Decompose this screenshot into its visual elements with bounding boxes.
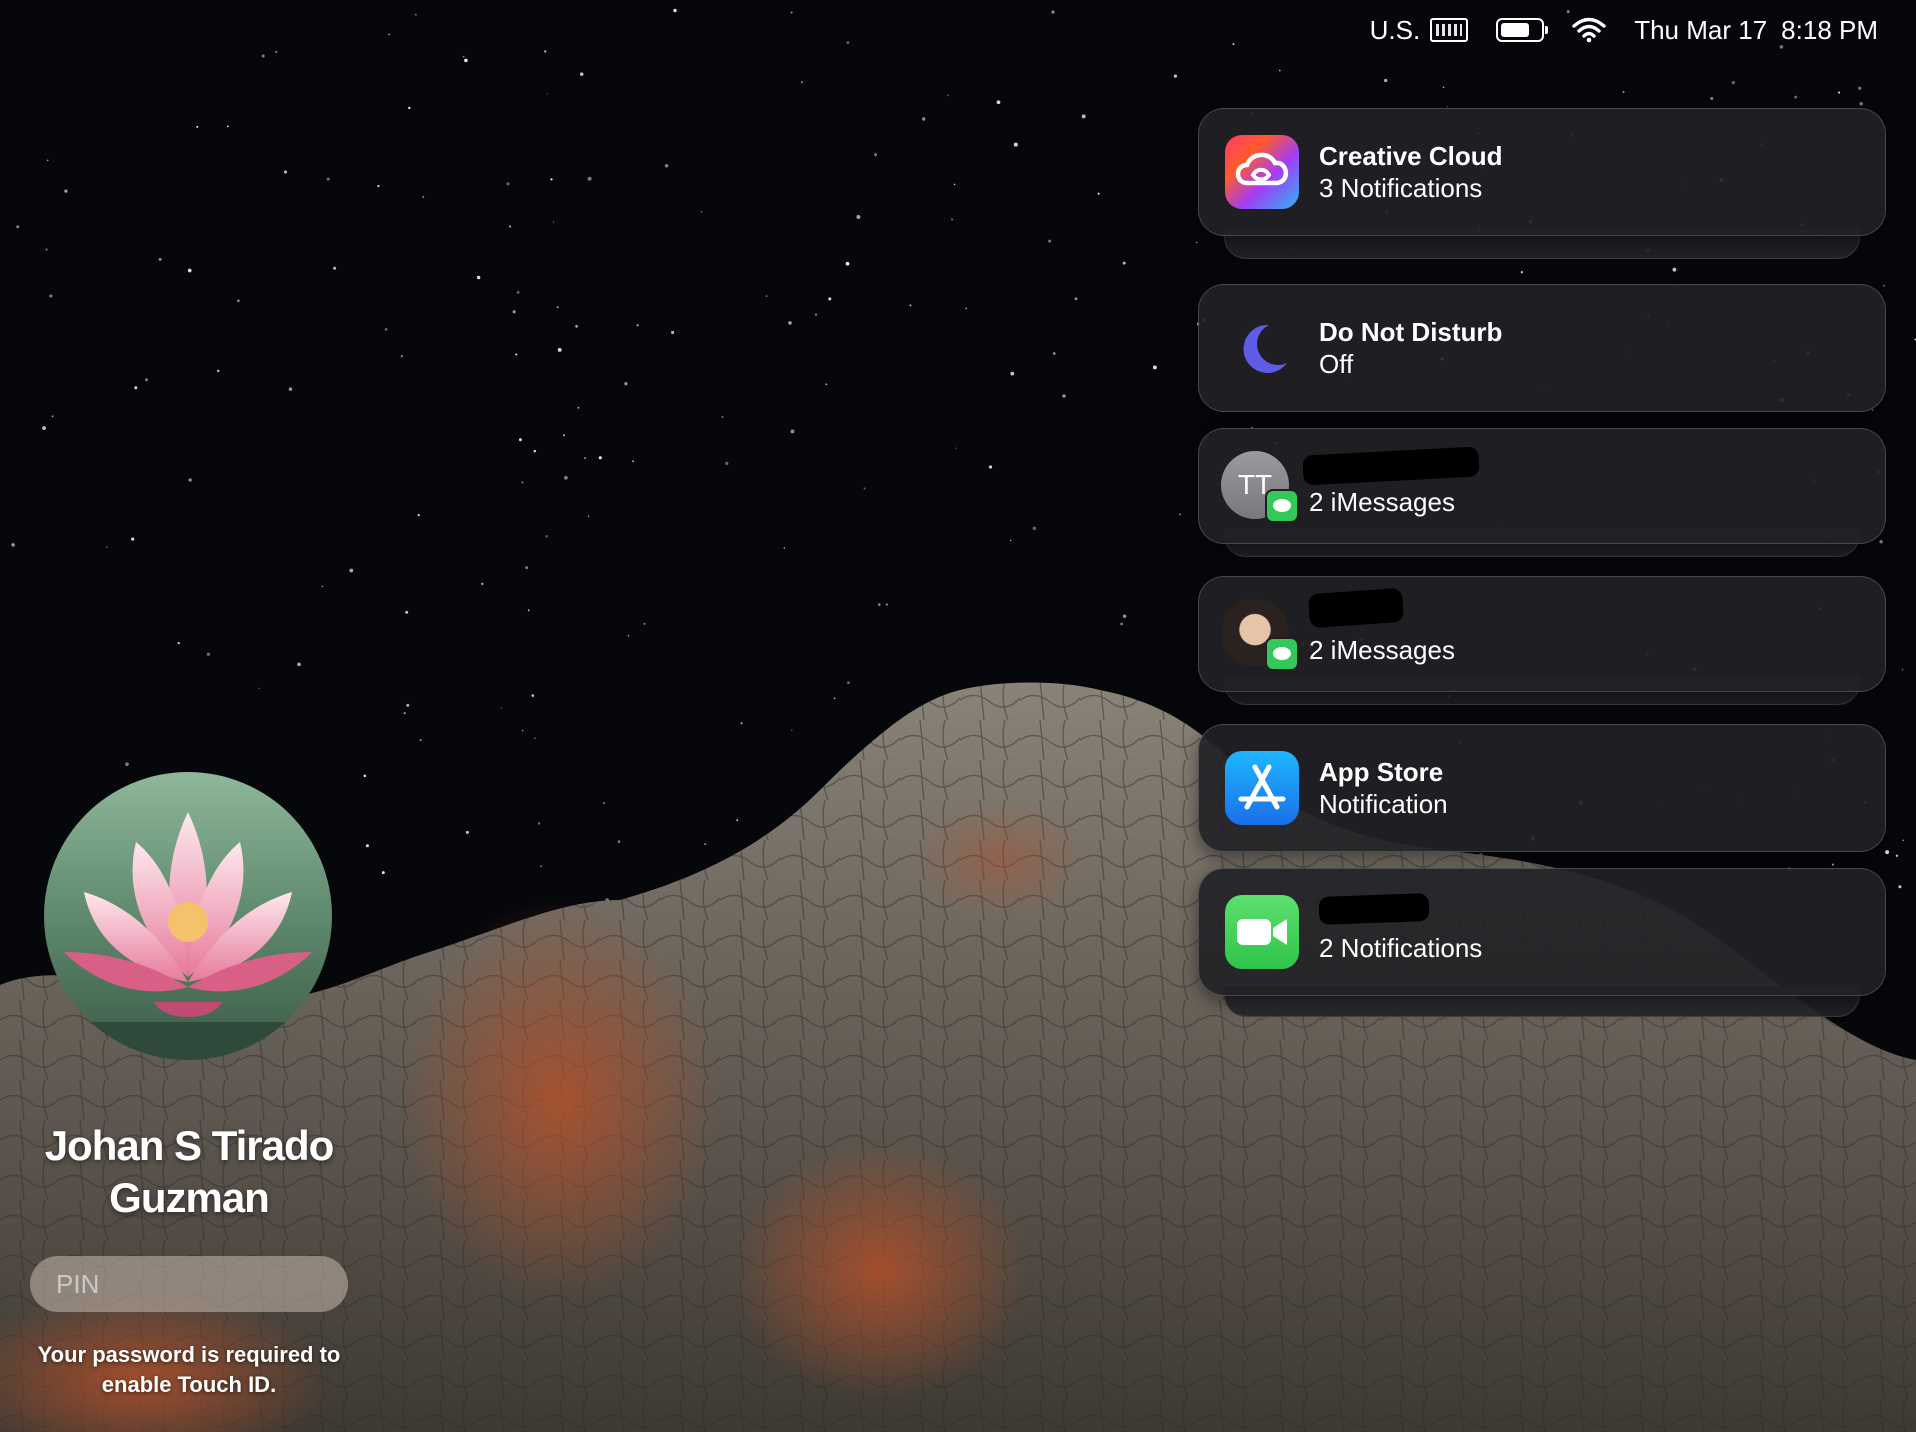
battery-menu[interactable] — [1496, 18, 1549, 42]
input-source-menu[interactable]: U.S. — [1370, 15, 1469, 46]
notification-title: Do Not Disturb — [1319, 317, 1503, 347]
notification-title: App Store — [1319, 757, 1444, 787]
user-name: Johan S Tirado Guzman — [44, 1122, 335, 1221]
notification-subtitle: 2 iMessages — [1309, 635, 1455, 665]
clock-menu[interactable]: Thu Mar 17 8:18 PM — [1634, 15, 1878, 46]
notification-do-not-disturb[interactable]: Do Not Disturb Off — [1198, 284, 1886, 412]
lotus-flower-icon — [44, 772, 332, 1060]
menu-bar-status: U.S. Thu Mar 17 8:18 PM — [1370, 10, 1878, 50]
facetime-icon — [1225, 895, 1299, 969]
redacted-sender — [1307, 587, 1405, 629]
notification-subtitle: 2 iMessages — [1309, 487, 1455, 517]
wifi-menu[interactable] — [1572, 17, 1606, 43]
notification-creative-cloud[interactable]: Creative Cloud 3 Notifications — [1198, 108, 1886, 236]
creative-cloud-icon — [1225, 135, 1299, 209]
notification-subtitle: Off — [1319, 349, 1354, 379]
wifi-icon — [1572, 17, 1606, 43]
redacted-sender — [1318, 893, 1430, 925]
input-source-label: U.S. — [1369, 14, 1421, 45]
battery-icon — [1496, 18, 1549, 42]
notification-subtitle: 3 Notifications — [1319, 173, 1483, 203]
notification-subtitle: Notification — [1319, 789, 1448, 819]
messages-badge-icon — [1265, 489, 1299, 523]
time-label: 8:18 PM — [1781, 14, 1878, 45]
moon-icon — [1225, 311, 1299, 385]
notification-facetime[interactable]: 2 Notifications — [1198, 868, 1886, 996]
messages-badge-icon — [1265, 637, 1299, 671]
notification-imessage-1[interactable]: TT 2 iMessages — [1198, 428, 1886, 544]
app-store-icon — [1225, 751, 1299, 825]
touch-id-hint: Your password is required to enable Touc… — [37, 1342, 341, 1397]
notification-app-store[interactable]: App Store Notification — [1198, 724, 1886, 852]
user-avatar[interactable] — [44, 772, 332, 1060]
date-label: Thu Mar 17 — [1634, 14, 1768, 45]
notification-imessage-2[interactable]: 2 iMessages — [1198, 576, 1886, 692]
notification-title: Creative Cloud — [1319, 141, 1503, 171]
keyboard-icon — [1430, 18, 1469, 42]
pin-input[interactable] — [30, 1256, 348, 1312]
notification-subtitle: 2 Notifications — [1319, 933, 1483, 963]
redacted-sender — [1302, 446, 1480, 486]
